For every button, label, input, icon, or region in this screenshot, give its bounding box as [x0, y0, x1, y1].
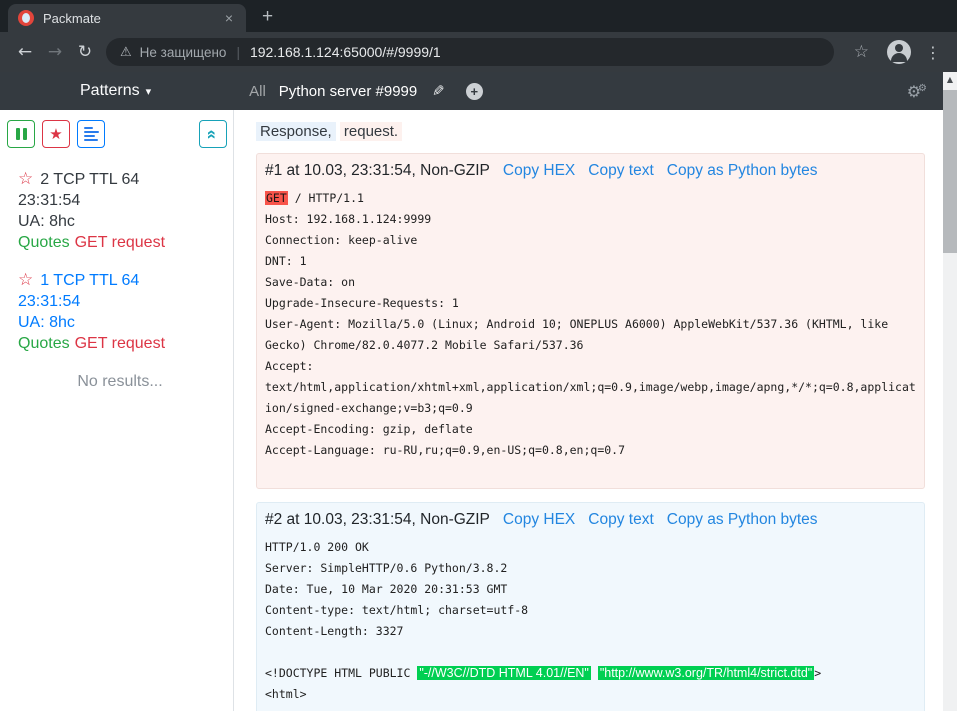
favorites-button[interactable]: ★	[42, 120, 70, 148]
new-tab-button[interactable]: +	[262, 6, 273, 28]
forward-icon[interactable]: →	[40, 42, 70, 62]
stream-tag: GET request	[75, 234, 165, 251]
tab-title: Packmate	[43, 11, 222, 26]
patterns-label: Patterns	[80, 82, 140, 99]
patterns-filter-button[interactable]	[77, 120, 105, 148]
url-separator: |	[236, 45, 240, 60]
address-bar[interactable]: ⚠ Не защищено | 192.168.1.124:65000/#/99…	[106, 38, 834, 66]
pattern-match: "-//W3C//DTD HTML 4.01//EN"	[417, 666, 591, 680]
settings-gears-icon[interactable]: ⚙⚙	[907, 82, 927, 101]
pause-button[interactable]	[7, 120, 35, 148]
browser-tab[interactable]: Packmate ×	[8, 4, 246, 32]
reload-icon[interactable]: ↻	[70, 42, 100, 62]
favorite-star-icon[interactable]: ☆	[18, 270, 33, 290]
scroll-up-button[interactable]: ▲	[943, 72, 957, 88]
legend-word-response: Response,	[256, 122, 336, 141]
pattern-match: GET	[265, 191, 288, 205]
copy-action-link[interactable]: Copy text	[588, 511, 653, 529]
copy-action-link[interactable]: Copy text	[588, 162, 653, 180]
packet-body: GET / HTTP/1.1 Host: 192.168.1.124:9999 …	[265, 188, 916, 461]
sidebar-toolbar: ★ «	[7, 120, 233, 148]
stream-time: 23:31:54	[18, 190, 233, 211]
edit-pencil-icon[interactable]: ✎	[432, 82, 445, 100]
stream-tag: Quotes	[18, 335, 70, 352]
tab-close-icon[interactable]: ×	[222, 10, 236, 26]
stream-item[interactable]: ☆ 2 TCP TTL 64 23:31:54UA: 8hc Quotes GET re…	[18, 169, 233, 253]
menu-dots-icon[interactable]: ⋮	[925, 43, 941, 62]
double-chevron-up-icon: «	[205, 129, 222, 138]
packet-card: #1 at 10.03, 23:31:54, Non-GZIP Copy HEX C…	[256, 153, 925, 489]
favorite-star-icon[interactable]: ☆	[18, 169, 33, 189]
back-icon[interactable]: ←	[10, 42, 40, 62]
stream-time: 23:31:54	[18, 291, 233, 312]
stream-ua: UA: 8hc	[18, 312, 233, 333]
packet-view: Response, request. #1 at 10.03, 23:31:54…	[234, 110, 943, 711]
patterns-dropdown[interactable]: Patterns ▾	[80, 82, 151, 100]
stream-item[interactable]: ☆ 1 TCP TTL 64 23:31:54UA: 8hc Quotes GET re…	[18, 270, 233, 354]
copy-action-link[interactable]: Copy as Python bytes	[667, 162, 818, 180]
warning-triangle-icon: ⚠	[120, 45, 132, 60]
stream-ua: UA: 8hc	[18, 211, 233, 232]
packet-card: #2 at 10.03, 23:31:54, Non-GZIP Copy HEX C…	[256, 502, 925, 711]
packet-list: #1 at 10.03, 23:31:54, Non-GZIP Copy HEX C…	[256, 153, 925, 711]
stream-tag: Quotes	[18, 234, 70, 251]
url-text: 192.168.1.124:65000/#/9999/1	[250, 44, 441, 60]
copy-action-link[interactable]: Copy HEX	[503, 162, 575, 180]
stream-title: 2 TCP TTL 64	[40, 171, 139, 188]
packmate-favicon-icon	[18, 10, 34, 26]
stream-title: 1 TCP TTL 64	[40, 272, 139, 289]
security-label: Не защищено	[140, 45, 227, 60]
add-pattern-button[interactable]: +	[466, 83, 483, 100]
align-left-icon	[84, 125, 99, 143]
packet-meta: #2 at 10.03, 23:31:54, Non-GZIP	[265, 511, 490, 529]
collapse-sidebar-button[interactable]: «	[199, 120, 227, 148]
no-results-label: No results...	[7, 373, 233, 391]
packet-body: HTTP/1.0 200 OK Server: SimpleHTTP/0.6 P…	[265, 537, 916, 705]
chevron-down-icon: ▾	[146, 85, 152, 98]
copy-action-link[interactable]: Copy HEX	[503, 511, 575, 529]
copy-action-link[interactable]: Copy as Python bytes	[667, 511, 818, 529]
browser-toolbar: ← → ↻ ⚠ Не защищено | 192.168.1.124:6500…	[0, 32, 957, 72]
bookmark-star-icon[interactable]: ☆	[854, 42, 869, 62]
profile-avatar-icon[interactable]	[887, 40, 911, 64]
pattern-tab-all[interactable]: All	[249, 83, 266, 100]
star-icon: ★	[49, 125, 62, 143]
pause-icon	[16, 128, 27, 140]
scrollbar[interactable]: ▲	[943, 72, 957, 711]
stream-list: ☆2 TCP TTL 6423:31:54UA: 8hcQuotesGET re…	[7, 169, 233, 354]
stream-tag: GET request	[75, 335, 165, 352]
direction-legend: Response, request.	[256, 123, 925, 140]
legend-word-request: request.	[340, 122, 402, 141]
scrollbar-thumb[interactable]	[943, 90, 957, 253]
browser-tabstrip: Packmate × +	[0, 0, 957, 32]
streams-sidebar: ★ « ☆2 TCP TTL 6423:31:54UA: 8hcQuotesGE…	[0, 110, 234, 711]
pattern-match: "http://www.w3.org/TR/html4/strict.dtd"	[598, 666, 814, 680]
packet-header: #1 at 10.03, 23:31:54, Non-GZIP Copy HEX C…	[265, 162, 916, 180]
app-header: Patterns ▾ All Python server #9999 ✎ + ⚙⚙	[0, 72, 943, 110]
packet-meta: #1 at 10.03, 23:31:54, Non-GZIP	[265, 162, 490, 180]
packet-header: #2 at 10.03, 23:31:54, Non-GZIP Copy HEX C…	[265, 511, 916, 529]
pattern-tab-active[interactable]: Python server #9999	[279, 83, 417, 100]
